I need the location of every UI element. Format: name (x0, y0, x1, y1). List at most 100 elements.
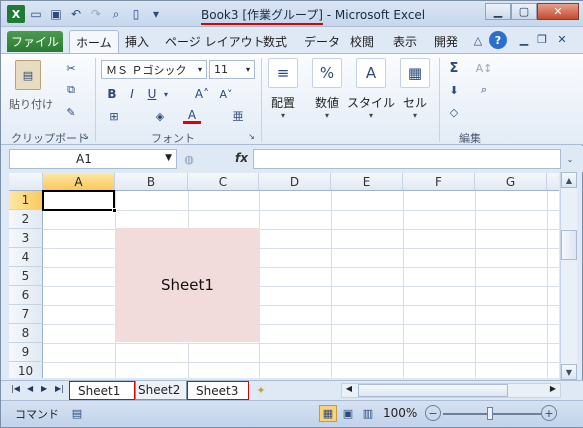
workbook-minimize-icon[interactable]: ▁ (517, 32, 531, 46)
prev-sheet-icon[interactable]: ◀ (27, 384, 33, 393)
row-header[interactable]: 5 (9, 267, 43, 286)
sort-filter-icon[interactable]: A↕ (473, 60, 495, 76)
clipboard-launcher-icon[interactable]: ↘ (81, 132, 90, 141)
row-header[interactable]: 10 (9, 362, 43, 378)
save-icon[interactable]: ▣ (47, 5, 65, 23)
undo-icon[interactable]: ↶ (67, 5, 85, 23)
scroll-left-icon[interactable]: ◀ (342, 384, 356, 397)
minimize-button[interactable]: ▁ (485, 3, 511, 20)
insert-sheet-icon[interactable]: ✦ (253, 383, 269, 398)
tab-developer[interactable]: 開発 (434, 33, 458, 50)
open-folder-icon[interactable]: ▭ (27, 5, 45, 23)
copy-icon[interactable]: ⧉ (63, 82, 79, 98)
bold-icon[interactable]: B (105, 86, 119, 102)
font-launcher-icon[interactable]: ↘ (247, 132, 256, 141)
increase-font-icon[interactable]: A˄ (193, 86, 211, 102)
tab-formulas[interactable]: 数式 (263, 33, 287, 50)
close-button[interactable]: ✕ (537, 3, 579, 20)
paste-button-label[interactable]: 貼り付け (9, 96, 53, 112)
column-header[interactable] (547, 173, 559, 191)
sheet-tab-sheet3[interactable]: Sheet3 (187, 381, 249, 400)
scroll-up-icon[interactable]: ▲ (561, 172, 577, 188)
zoom-slider-thumb[interactable] (487, 407, 493, 420)
new-document-icon[interactable]: ▯ (127, 5, 145, 23)
name-box[interactable]: A1 ▼ (9, 149, 177, 169)
decrease-font-icon[interactable]: A˅ (217, 86, 235, 102)
workbook-close-icon[interactable]: ✕ (555, 32, 569, 46)
merged-cell-b3-c8[interactable]: Sheet1 (115, 228, 260, 342)
vertical-scrollbar[interactable]: ▲ ▼ (560, 172, 577, 380)
insert-function-icon[interactable]: fx (235, 151, 248, 165)
minimize-ribbon-icon[interactable]: △ (471, 33, 485, 47)
column-header[interactable]: G (475, 173, 547, 191)
page-break-view-icon[interactable]: ▥ (359, 405, 377, 422)
scroll-thumb[interactable] (561, 230, 577, 260)
border-icon[interactable]: ⊞ (105, 108, 123, 124)
expand-formula-icon[interactable]: ⌄ (563, 152, 577, 166)
cut-icon[interactable]: ✂ (63, 60, 79, 76)
help-icon[interactable]: ? (489, 31, 507, 49)
row-header[interactable]: 1 (9, 191, 43, 210)
style-button[interactable]: A スタイル ▾ (347, 58, 395, 120)
row-header[interactable]: 4 (9, 248, 43, 267)
formula-bar-handle-icon[interactable]: ◍ (181, 151, 197, 167)
sheet-tab-sheet1[interactable]: Sheet1 (69, 381, 135, 400)
autosum-icon[interactable]: Σ (445, 60, 463, 76)
font-name-select[interactable]: ＭＳ Ｐゴシック ▾ (101, 60, 207, 79)
formula-input[interactable] (253, 149, 561, 169)
horizontal-scrollbar[interactable]: ◀ ▶ (341, 383, 561, 398)
first-sheet-icon[interactable]: |◀ (11, 384, 20, 393)
row-header[interactable]: 6 (9, 286, 43, 305)
tab-view[interactable]: 表示 (393, 33, 417, 50)
paste-icon[interactable]: ▤ (15, 60, 41, 90)
column-header[interactable]: C (188, 173, 259, 191)
column-header[interactable]: B (115, 173, 188, 191)
print-preview-icon[interactable]: ⌕ (107, 5, 125, 23)
active-cell-a1[interactable] (42, 190, 115, 211)
chevron-down-icon[interactable]: ▾ (161, 86, 171, 102)
tab-review[interactable]: 校閲 (350, 33, 374, 50)
italic-icon[interactable]: I (125, 86, 139, 102)
column-header[interactable]: F (403, 173, 475, 191)
normal-view-icon[interactable]: ▦ (319, 405, 337, 422)
column-header[interactable]: A (43, 173, 115, 191)
select-all-corner[interactable] (9, 173, 43, 191)
cells-button[interactable]: ▦ セル ▾ (395, 58, 435, 120)
tab-page-layout[interactable]: ページ レイアウト (165, 33, 265, 50)
fill-color-icon[interactable]: ◈ (151, 108, 169, 124)
sheet-tab-sheet2[interactable]: Sheet2 (135, 381, 187, 400)
row-header[interactable]: 2 (9, 210, 43, 229)
zoom-out-icon[interactable]: − (425, 405, 441, 421)
clear-icon[interactable]: ◇ (445, 104, 463, 120)
redo-icon[interactable]: ↷ (87, 5, 105, 23)
scroll-right-icon[interactable]: ▶ (546, 384, 560, 397)
page-layout-view-icon[interactable]: ▣ (339, 405, 357, 422)
zoom-level[interactable]: 100% (383, 406, 417, 420)
column-header[interactable]: D (259, 173, 331, 191)
excel-app-icon[interactable]: X (7, 5, 25, 23)
format-painter-icon[interactable]: ✎ (63, 104, 79, 120)
fill-icon[interactable]: ⬇ (445, 82, 463, 98)
phonetic-icon[interactable]: 亜 (229, 108, 247, 124)
tab-insert[interactable]: 挿入 (125, 33, 149, 50)
underline-icon[interactable]: U (145, 86, 159, 102)
font-size-select[interactable]: 11 ▾ (209, 60, 255, 79)
restore-button[interactable]: ▢ (511, 3, 537, 20)
zoom-in-icon[interactable]: + (541, 405, 557, 421)
next-sheet-icon[interactable]: ▶ (41, 384, 47, 393)
number-button[interactable]: % 数値 ▾ (307, 58, 347, 120)
alignment-button[interactable]: ≡ 配置 ▾ (263, 58, 303, 120)
find-select-icon[interactable]: ⌕ (473, 82, 495, 98)
last-sheet-icon[interactable]: ▶| (55, 384, 64, 393)
row-header[interactable]: 8 (9, 324, 43, 343)
tab-file[interactable]: ファイル (7, 31, 63, 52)
font-color-icon[interactable]: A (183, 108, 201, 124)
column-header[interactable]: E (331, 173, 403, 191)
fill-handle[interactable] (112, 208, 117, 213)
tab-home[interactable]: ホーム (69, 30, 119, 53)
scroll-down-icon[interactable]: ▼ (561, 364, 577, 380)
row-header[interactable]: 3 (9, 229, 43, 248)
customize-qat-icon[interactable]: ▾ (147, 5, 165, 23)
row-header[interactable]: 7 (9, 305, 43, 324)
hscroll-thumb[interactable] (358, 384, 508, 397)
